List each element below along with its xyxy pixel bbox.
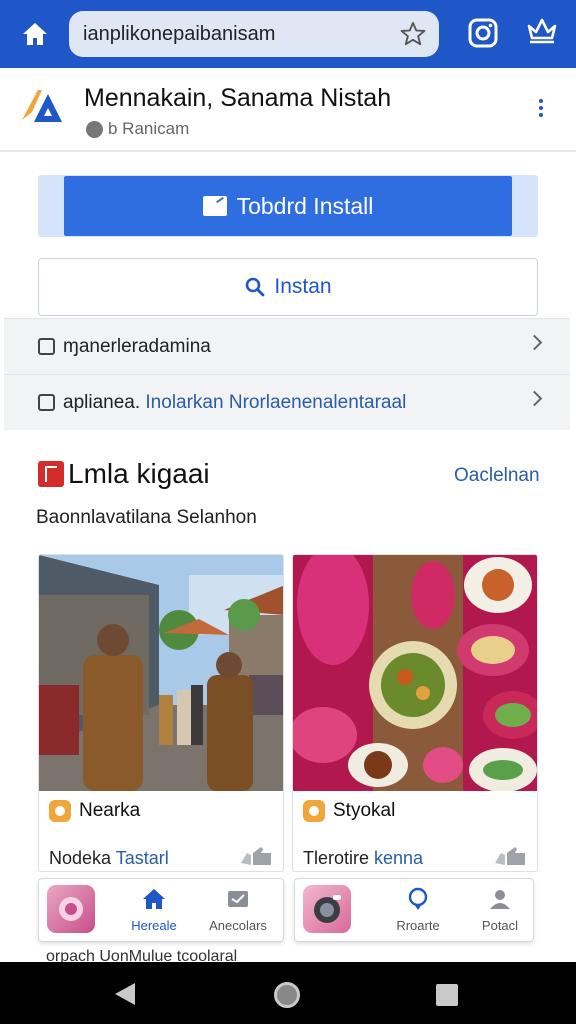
checkbox-icon[interactable] xyxy=(38,338,55,355)
install-button[interactable]: Tobdrd Install xyxy=(64,176,512,236)
globe-icon xyxy=(86,120,103,138)
checkbox-icon[interactable] xyxy=(38,394,55,411)
app-dock: Hereale Anecolars xyxy=(38,878,284,942)
app-badge-icon xyxy=(303,800,325,822)
like-icon[interactable] xyxy=(237,845,273,871)
home-icon xyxy=(143,889,165,909)
dock-item-home[interactable]: Hereale xyxy=(119,887,189,933)
content-card[interactable]: Nearka Nodeka Tastarl xyxy=(38,554,284,872)
section-icon xyxy=(38,461,64,487)
site-subtitle: b Ranicam xyxy=(86,119,189,139)
list-row[interactable]: ɱanerleradamina xyxy=(4,318,570,374)
app-dock: Rroarte Potacl xyxy=(294,878,534,942)
install-button-label: Tobdrd Install xyxy=(236,192,374,219)
section-subtitle: Baonnlavatilana Selanhon xyxy=(36,507,257,528)
url-text: ianplikonepaibanisam xyxy=(83,23,276,45)
card-title-row: Nearka xyxy=(49,800,140,822)
location-icon xyxy=(408,887,428,910)
like-icon[interactable] xyxy=(491,845,527,871)
instan-button[interactable]: Instan xyxy=(38,258,538,316)
url-bar[interactable]: ianplikonepaibanisam xyxy=(69,11,439,57)
instan-button-label: Instan xyxy=(274,275,332,298)
dock-item-label: Hereale xyxy=(131,918,177,933)
person-icon xyxy=(490,890,510,909)
camera-app-icon[interactable] xyxy=(303,885,351,933)
dock-item-label: Rroarte xyxy=(396,918,440,933)
instagram-icon[interactable] xyxy=(466,16,500,55)
content-card[interactable]: Styokal Tlerotire kenna xyxy=(292,554,538,872)
card-photo-street xyxy=(39,555,283,791)
card-title: Nearka xyxy=(79,800,141,821)
dock-item-inbox[interactable]: Anecolars xyxy=(203,887,273,933)
install-icon xyxy=(202,196,227,216)
card-subtitle: Nodeka Tastarl xyxy=(49,848,169,868)
back-icon[interactable] xyxy=(115,983,135,1005)
home-icon[interactable] xyxy=(16,16,54,52)
more-options-icon[interactable] xyxy=(531,96,551,126)
search-icon xyxy=(246,277,265,297)
site-logo xyxy=(18,86,66,131)
app-badge-icon xyxy=(49,800,71,822)
crown-icon[interactable] xyxy=(524,14,560,55)
home-circle-icon[interactable] xyxy=(274,982,300,1008)
section-link[interactable]: Oaclelnan xyxy=(454,465,540,487)
site-header: Mennakain, Sanama Nistah b Ranicam xyxy=(0,68,576,152)
recent-apps-icon[interactable] xyxy=(436,984,458,1006)
card-title: Styokal xyxy=(333,800,396,821)
list-row-label: ɱanerleradamina xyxy=(63,335,211,357)
dock-item-label: Potacl xyxy=(481,918,519,933)
card-title-row: Styokal xyxy=(303,800,395,822)
system-nav-bar xyxy=(0,962,576,1024)
section-title: Lmla kigaai xyxy=(68,458,210,489)
bookmark-star-icon[interactable] xyxy=(399,20,427,53)
list-row-label: aplianea. Inolarkan Nrorlaenenalentaraal xyxy=(63,391,407,413)
dock-item-profile[interactable]: Potacl xyxy=(465,887,535,933)
app-shortcut-icon[interactable] xyxy=(47,885,95,933)
card-subtitle: Tlerotire kenna xyxy=(303,848,424,868)
site-title: Mennakain, Sanama Nistah xyxy=(84,84,392,112)
dock-item-label: Anecolars xyxy=(209,918,267,933)
card-photo-food xyxy=(293,555,537,791)
chevron-right-icon xyxy=(526,334,543,351)
inbox-icon xyxy=(228,891,248,907)
dock-item-location[interactable]: Rroarte xyxy=(383,887,453,933)
list-row[interactable]: aplianea. Inolarkan Nrorlaenenalentaraal xyxy=(4,374,570,430)
browser-toolbar: ianplikonepaibanisam xyxy=(0,0,576,68)
site-subtitle-text: b Ranicam xyxy=(108,119,190,138)
chevron-right-icon xyxy=(526,390,543,407)
